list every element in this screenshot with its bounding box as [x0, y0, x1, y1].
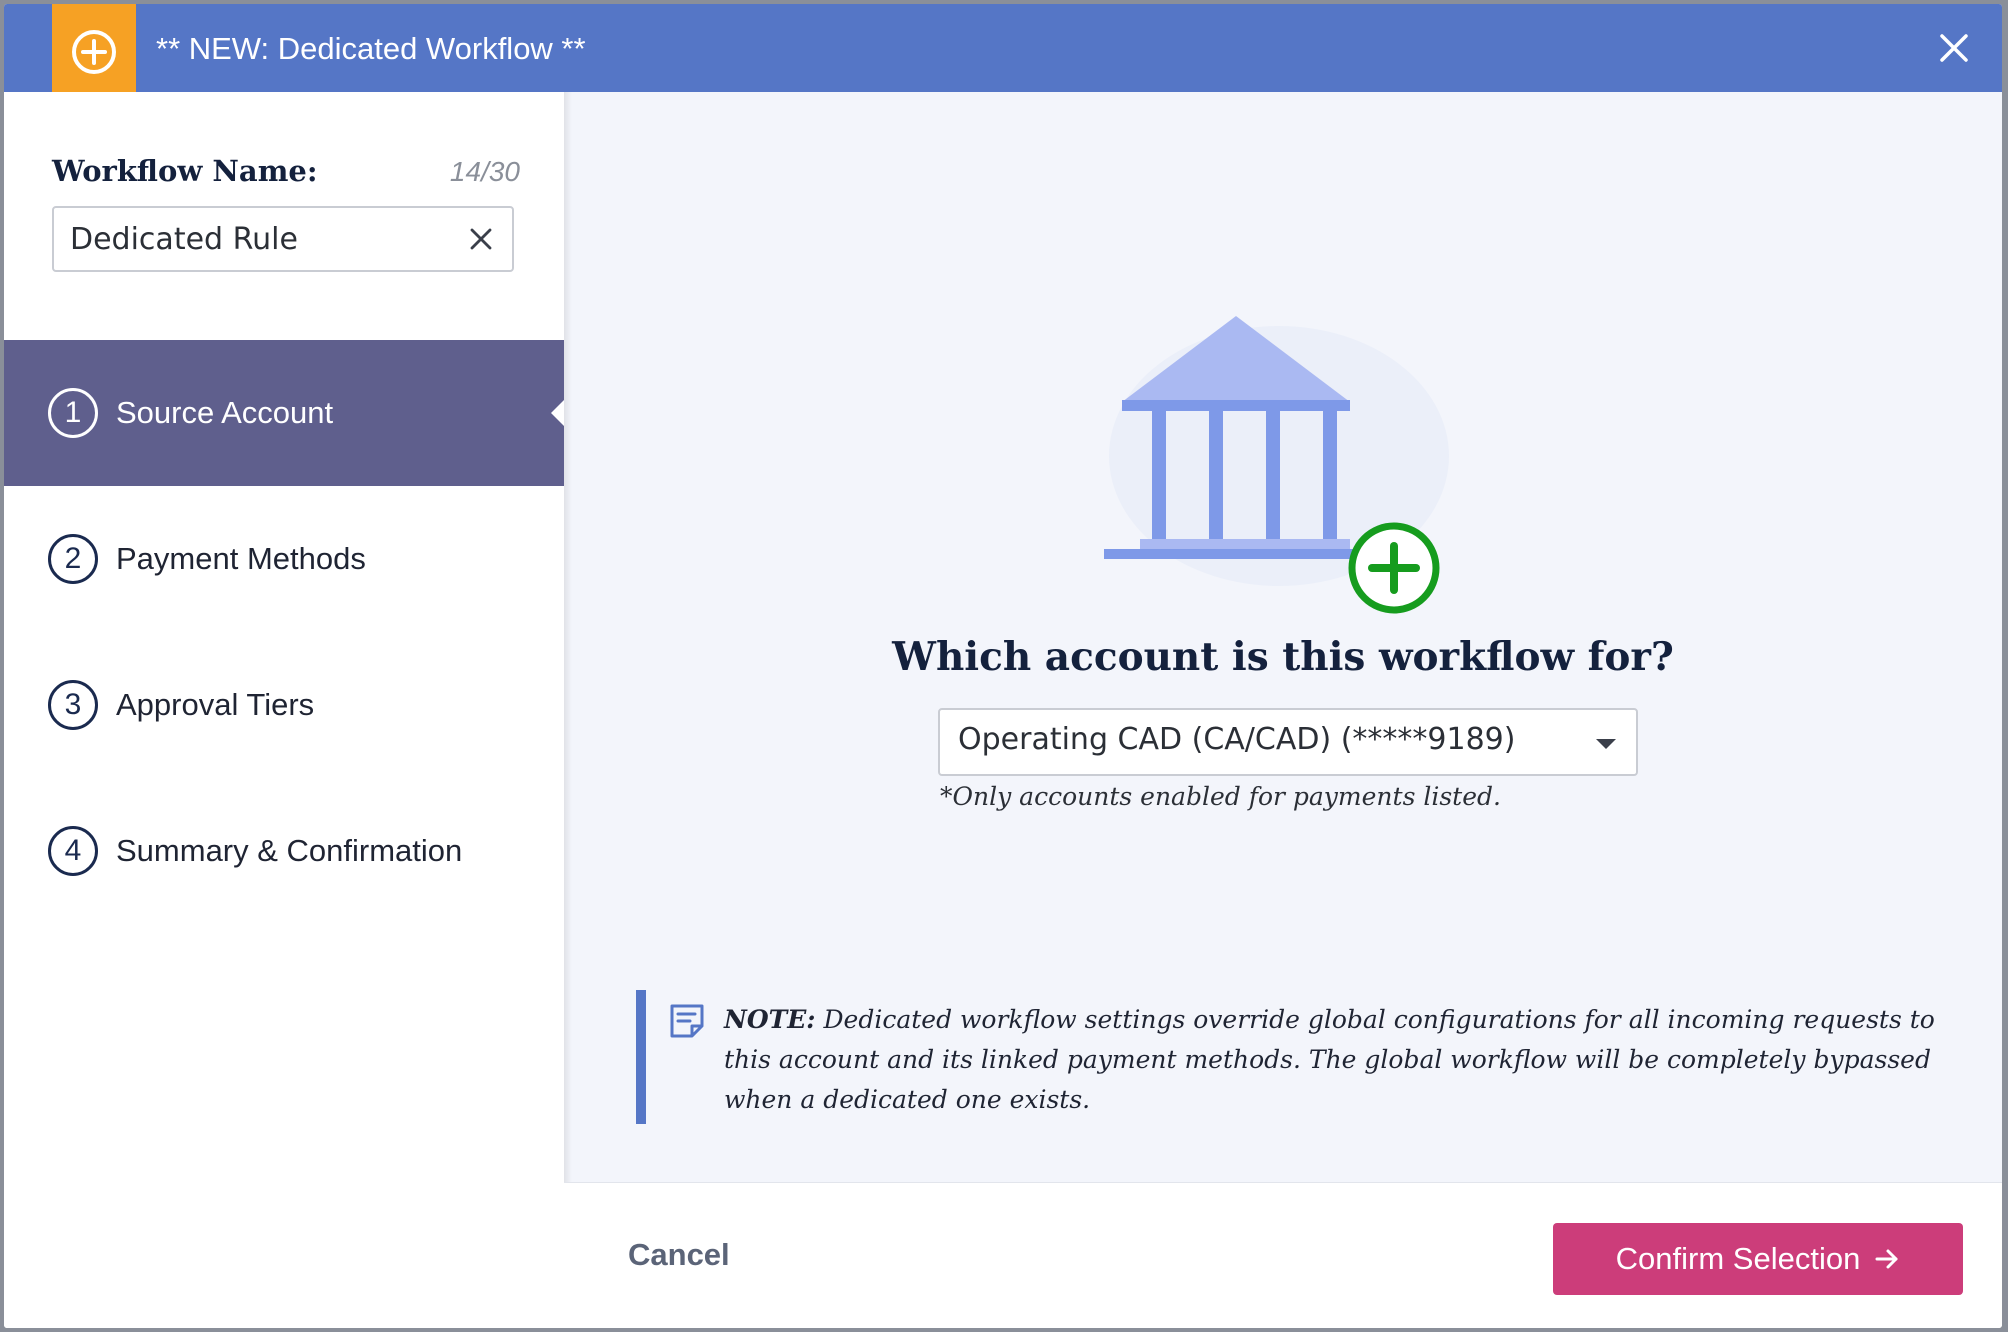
step-label: Source Account: [116, 395, 334, 430]
account-hint: *Only accounts enabled for payments list…: [940, 782, 1501, 811]
step-label: Approval Tiers: [116, 687, 315, 722]
step-summary-confirmation[interactable]: 4 Summary & Confirmation: [4, 778, 564, 924]
close-icon: [470, 228, 492, 250]
step-payment-methods[interactable]: 2 Payment Methods: [4, 486, 564, 632]
note-accent-bar: [636, 990, 646, 1124]
modal-header: ** NEW: Dedicated Workflow **: [4, 4, 2002, 104]
header-ribbon: [52, 4, 136, 104]
account-question: Which account is this workflow for?: [892, 634, 1674, 680]
note-body: Dedicated workflow settings override glo…: [724, 1005, 1935, 1114]
cancel-button[interactable]: Cancel: [628, 1237, 730, 1273]
step-number: 1: [48, 388, 98, 438]
step-label: Payment Methods: [116, 541, 366, 576]
workflow-name-input[interactable]: [70, 208, 450, 270]
bank-add-icon: [1104, 316, 1449, 614]
note-callout: NOTE: Dedicated workflow settings overri…: [636, 990, 1956, 1124]
note-icon: [670, 1004, 704, 1038]
sidebar-shadow: [564, 92, 572, 1328]
close-icon: [1940, 34, 1968, 62]
modal-footer: Cancel Confirm Selection: [564, 1182, 2002, 1328]
workflow-name-field: [52, 206, 514, 272]
note-label: NOTE:: [724, 1005, 816, 1034]
account-select-value: Operating CAD (CA/CAD) (*****9189): [958, 722, 1516, 757]
plus-circle-icon: [72, 30, 116, 74]
account-select[interactable]: Operating CAD (CA/CAD) (*****9189): [938, 708, 1638, 776]
arrow-right-icon: [1875, 1249, 1898, 1269]
confirm-selection-label: Confirm Selection: [1615, 1241, 1861, 1276]
close-button[interactable]: [1932, 26, 1976, 70]
step-number: 4: [48, 826, 98, 876]
step-number: 3: [48, 680, 98, 730]
step-source-account[interactable]: 1 Source Account: [4, 340, 564, 486]
main-panel: Which account is this workflow for? Oper…: [564, 92, 2002, 1182]
steps-sidebar: Workflow Name: 14/30 1 Source Account 2 …: [4, 92, 564, 1328]
step-number: 2: [48, 534, 98, 584]
workflow-name-char-count: 14/30: [449, 156, 520, 187]
step-approval-tiers[interactable]: 3 Approval Tiers: [4, 632, 564, 778]
clear-name-button[interactable]: [462, 220, 500, 258]
chevron-down-icon: [1596, 739, 1616, 749]
step-label: Summary & Confirmation: [116, 833, 463, 868]
note-text: NOTE: Dedicated workflow settings overri…: [724, 1000, 1954, 1120]
dedicated-workflow-modal: ** NEW: Dedicated Workflow ** Workflow N…: [4, 4, 2002, 1328]
workflow-name-label: Workflow Name:: [52, 154, 318, 188]
modal-title: ** NEW: Dedicated Workflow **: [156, 31, 586, 66]
confirm-selection-button[interactable]: Confirm Selection: [1553, 1223, 1963, 1295]
